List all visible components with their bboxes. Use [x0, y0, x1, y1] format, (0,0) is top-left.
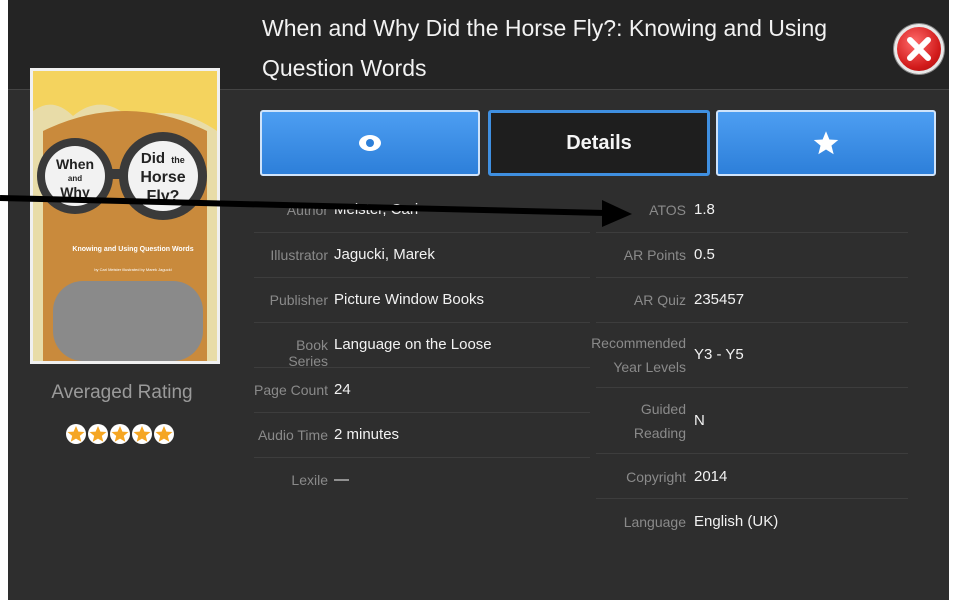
annotation-arrow	[0, 195, 632, 227]
